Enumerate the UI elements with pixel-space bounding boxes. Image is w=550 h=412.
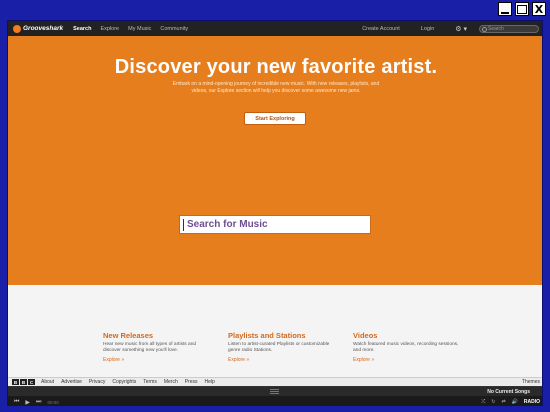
footer-help[interactable]: Help: [205, 379, 215, 385]
elapsed-time: 00:00: [47, 400, 59, 405]
bbc-letter: B: [20, 379, 27, 385]
footer-press[interactable]: Press: [185, 379, 198, 385]
prev-icon[interactable]: ⏮: [14, 399, 19, 405]
minimize-icon[interactable]: [498, 2, 512, 16]
nav-search-input[interactable]: Search: [479, 24, 539, 33]
feature-title: Videos: [353, 331, 378, 340]
footer-about[interactable]: About: [41, 379, 54, 385]
playback-controls: ⏮ ▶ ⏭ 00:00: [14, 399, 59, 405]
nav-my-music[interactable]: My Music: [128, 26, 151, 32]
radio-toggle[interactable]: RADIO: [524, 399, 540, 405]
feature-explore-link[interactable]: Explore »: [103, 357, 213, 363]
start-exploring-button[interactable]: Start Exploring: [244, 112, 306, 125]
player-bar: No Current Songs ⏮ ▶ ⏭ 00:00 ⤮ ↻ ⇄ 🔊 RAD…: [8, 386, 542, 405]
feature-text: Hear new music from all types of artists…: [103, 342, 197, 354]
hero-subtitle: Embark on a mind-opening journey of incr…: [172, 81, 380, 94]
bbc-logo[interactable]: B B C: [12, 379, 35, 385]
top-navigation: Grooveshark Search Explore My Music Comm…: [8, 21, 542, 36]
bbc-letter: B: [12, 379, 19, 385]
shark-icon: [13, 24, 21, 33]
feature-text: Watch featured music videos, recording s…: [353, 342, 459, 354]
create-account-link[interactable]: Create Account: [362, 26, 400, 32]
themes-link[interactable]: Themes: [522, 379, 540, 385]
crossfade-icon[interactable]: ⇄: [501, 399, 505, 405]
app-viewport: Grooveshark Search Explore My Music Comm…: [7, 20, 543, 406]
logo[interactable]: Grooveshark: [13, 24, 64, 33]
nav-community[interactable]: Community: [160, 26, 188, 32]
feature-playlists: Playlists and Stations Listen to artist-…: [228, 331, 338, 363]
gear-icon[interactable]: ⚙ ▾: [455, 25, 467, 33]
nav-right: Create Account Login ⚙ ▾ Search: [362, 24, 539, 33]
maximize-icon[interactable]: [515, 2, 529, 16]
bbc-letter: C: [28, 379, 35, 385]
drag-handle-icon[interactable]: [270, 389, 279, 394]
now-playing-status: No Current Songs: [487, 389, 530, 395]
player-right-controls: ⤮ ↻ ⇄ 🔊 RADIO: [481, 399, 540, 405]
repeat-icon[interactable]: ↻: [491, 399, 495, 405]
footer-copyrights[interactable]: Copyrights: [112, 379, 136, 385]
feature-new-releases: New Releases Hear new music from all typ…: [103, 331, 213, 363]
features-section: New Releases Hear new music from all typ…: [8, 285, 542, 378]
footer-terms[interactable]: Terms: [143, 379, 157, 385]
footer-privacy[interactable]: Privacy: [89, 379, 105, 385]
queue-bar: No Current Songs: [8, 387, 542, 396]
logo-text: Grooveshark: [23, 25, 64, 32]
feature-explore-link[interactable]: Explore »: [228, 357, 338, 363]
nav-search[interactable]: Search: [73, 26, 91, 32]
feature-title: New Releases: [103, 331, 154, 340]
volume-icon[interactable]: 🔊: [512, 399, 518, 405]
login-link[interactable]: Login: [421, 26, 434, 32]
next-icon[interactable]: ⏭: [36, 399, 41, 405]
footer-advertise[interactable]: Advertise: [61, 379, 82, 385]
hero-section: Discover your new favorite artist. Embar…: [8, 36, 542, 285]
close-button[interactable]: X: [532, 2, 546, 16]
hero-title: Discover your new favorite artist.: [114, 56, 438, 78]
feature-videos: Videos Watch featured music videos, reco…: [353, 331, 463, 363]
footer-merch[interactable]: Merch: [164, 379, 178, 385]
window-controls: X: [498, 2, 546, 16]
footer-bar: B B C About Advertise Privacy Copyrights…: [8, 377, 542, 386]
nav-explore[interactable]: Explore: [100, 26, 119, 32]
feature-text: Listen to artist-curated Playlists or cu…: [228, 342, 330, 354]
play-icon[interactable]: ▶: [25, 399, 30, 405]
music-search-input[interactable]: Search for Music: [179, 215, 371, 234]
feature-explore-link[interactable]: Explore »: [353, 357, 463, 363]
shuffle-icon[interactable]: ⤮: [481, 399, 485, 405]
feature-title: Playlists and Stations: [228, 331, 306, 340]
